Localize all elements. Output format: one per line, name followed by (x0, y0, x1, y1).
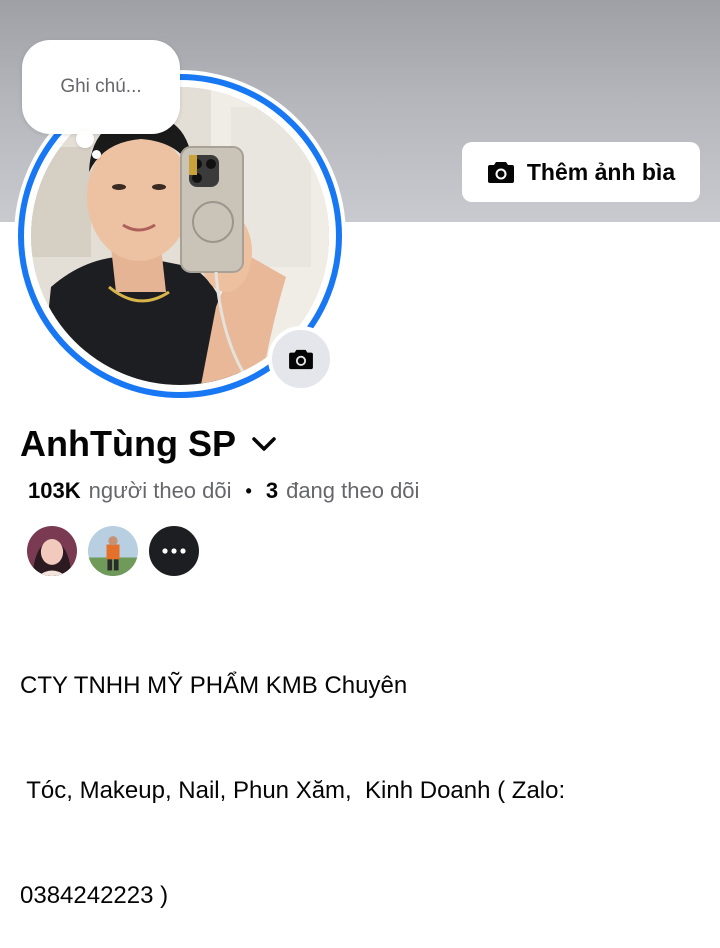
more-dots-icon (162, 548, 186, 554)
following-count[interactable]: 3 (266, 478, 278, 504)
chevron-down-icon[interactable] (250, 434, 278, 454)
follower-avatar-2[interactable] (86, 524, 140, 578)
followers-label[interactable]: người theo dõi (89, 478, 232, 504)
note-placeholder: Ghi chú... (60, 76, 142, 97)
add-cover-photo-label: Thêm ảnh bìa (526, 158, 676, 185)
profile-bio: CTY TNHH MỸ PHẨM KMB Chuyên Tóc, Makeup,… (20, 598, 710, 948)
bio-line: 0384242223 ) (20, 882, 169, 909)
change-profile-photo-button[interactable] (268, 326, 334, 392)
following-label[interactable]: đang theo dõi (286, 478, 419, 504)
profile-name-row[interactable]: AnhTùng SP (20, 420, 278, 468)
follower-avatar-1[interactable] (25, 524, 79, 578)
profile-name: AnhTùng SP (20, 423, 236, 464)
camera-icon (487, 162, 514, 183)
follow-stats: 103K người theo dõi • 3 đang theo dõi (28, 476, 419, 506)
add-cover-photo-button[interactable]: Thêm ảnh bìa (462, 142, 700, 202)
camera-icon (289, 349, 313, 370)
follower-photo-2 (88, 526, 138, 576)
followers-count[interactable]: 103K (28, 478, 81, 504)
bio-line: CTY TNHH MỸ PHẨM KMB Chuyên (20, 672, 408, 699)
stats-separator: • (245, 480, 252, 501)
note-bubble-tail-small (92, 150, 101, 159)
bio-line: Tóc, Makeup, Nail, Phun Xăm, Kinh Doanh … (20, 777, 566, 804)
note-bubble[interactable]: Ghi chú... (22, 40, 180, 134)
note-bubble-tail (76, 130, 94, 148)
follower-photo-1 (27, 526, 77, 576)
followers-preview (25, 524, 201, 580)
more-followers-button[interactable] (147, 524, 201, 578)
